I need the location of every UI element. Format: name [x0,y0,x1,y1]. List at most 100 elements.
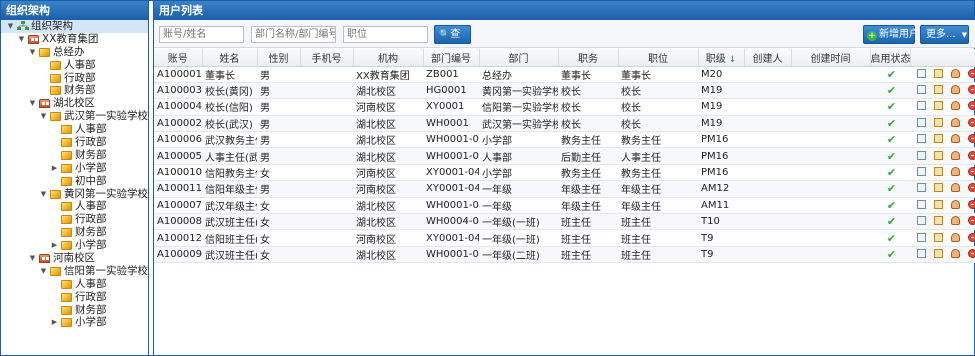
table-row[interactable]: A100004 校长(信阳) 男河南校区 XY0001 信阳第一实验学校 校长 校长 M19 ✔ [154,98,975,116]
edit-icon[interactable] [917,68,926,78]
delete-icon[interactable] [968,68,975,78]
user-role-icon[interactable] [951,117,960,127]
account-name-input[interactable] [159,26,244,43]
copy-icon[interactable] [934,85,943,95]
tree-node[interactable]: 人事部 [1,123,148,136]
tree-node[interactable]: 行政部 [1,213,148,226]
tree-node[interactable]: ▼ 组织架构 [1,20,148,33]
column-header[interactable]: 创建时间 [791,49,871,67]
chevron-down-icon[interactable]: ▼ [28,46,37,59]
user-role-icon[interactable] [951,232,960,242]
user-role-icon[interactable] [951,183,960,193]
column-header[interactable]: 部门编号 [423,49,480,67]
tree-node[interactable]: ▼ 黄冈第一实验学校 [1,188,148,201]
delete-icon[interactable] [968,134,975,144]
edit-icon[interactable] [917,101,926,111]
edit-icon[interactable] [917,248,926,258]
edit-icon[interactable] [917,216,926,226]
add-user-button[interactable]: + 新增用户 [863,25,919,44]
edit-icon[interactable] [917,85,926,95]
delete-icon[interactable] [968,232,975,242]
tree-node[interactable]: ▼ 河南校区 [1,252,148,265]
column-header[interactable]: 机构 [353,49,424,67]
column-header[interactable]: 职级 ↓ [698,49,745,67]
tree-node[interactable]: 人事部 [1,278,148,291]
chevron-right-icon[interactable]: ▶ [50,239,59,252]
chevron-down-icon[interactable]: ▼ [6,20,15,33]
position-input[interactable] [343,26,428,43]
column-header[interactable]: 手机号 [300,49,354,67]
copy-icon[interactable] [934,199,943,209]
table-row[interactable]: A100011信阳年级主任...男河南校区XY0001-04-1一年级年级主任年… [154,180,975,198]
tree-node[interactable]: ▼ XX教育集团 [1,33,148,46]
tree-node[interactable]: 财务部 [1,149,148,162]
tree-node[interactable]: 财务部 [1,304,148,317]
delete-icon[interactable] [968,183,975,193]
copy-icon[interactable] [934,167,943,177]
delete-icon[interactable] [968,117,975,127]
tree-node[interactable]: ▼ 总经办 [1,46,148,59]
table-row[interactable]: A100012信阳班主任(...女 河南校区XY0001-04-...一年级(一班… [154,229,975,247]
tree-node[interactable]: 初中部 [1,175,148,188]
tree-node[interactable]: ▶ 小学部 [1,162,148,175]
delete-icon[interactable] [968,199,975,209]
edit-icon[interactable] [917,183,926,193]
user-role-icon[interactable] [951,68,960,78]
table-row[interactable]: A100003 校长(黄冈) 男湖北校区 HG0001 黄冈第一实验学校 校长 校长 M19 ✔ [154,82,975,100]
column-header[interactable]: 姓名 [202,49,258,67]
delete-icon[interactable] [968,216,975,226]
tree-node[interactable]: ▶ 小学部 [1,239,148,252]
chevron-down-icon[interactable]: ▼ [39,110,48,123]
column-header[interactable]: 性别 [257,49,301,67]
column-header[interactable]: 部门 [479,49,559,67]
delete-icon[interactable] [968,85,975,95]
user-role-icon[interactable] [951,248,960,258]
delete-icon[interactable] [968,150,975,160]
chevron-down-icon[interactable]: ▼ [17,33,26,46]
chevron-down-icon[interactable]: ▼ [39,188,48,201]
table-row[interactable]: A100001 董事长男 XX教育集团 ZB001 总经办 董事长 董事长 M20 ✔ [154,66,975,83]
tree-node[interactable]: 财务部 [1,226,148,239]
delete-icon[interactable] [968,248,975,258]
column-header[interactable]: 职位 [618,49,699,67]
table-row[interactable]: A100002 校长(武汉) 男湖北校区 WH0001 武汉第一实验学校 校长 校长 M19 ✔ [154,115,975,133]
edit-icon[interactable] [917,232,926,242]
table-row[interactable]: A100008武汉班主任(...女 湖北校区WH0004-04-...一年级(一班… [154,213,975,231]
edit-icon[interactable] [917,167,926,177]
column-header[interactable]: 启用状态 [870,49,911,67]
column-header[interactable]: 账号 [154,49,203,67]
tree-node[interactable]: 人事部 [1,200,148,213]
chevron-right-icon[interactable]: ▶ [50,162,59,175]
delete-icon[interactable] [968,167,975,177]
table-row[interactable]: A100010信阳教务主任...女河南校区XY0001-04小学部教务主任教务主… [154,164,975,182]
tree-node[interactable]: ▶ 小学部 [1,316,148,329]
edit-icon[interactable] [917,117,926,127]
copy-icon[interactable] [934,183,943,193]
chevron-down-icon[interactable]: ▼ [28,97,37,110]
table-row[interactable]: A100007武汉年级主任...女湖北校区WH0001-04-1一年级年级主任年… [154,197,975,215]
tree-node[interactable]: 行政部 [1,291,148,304]
tree-node[interactable]: ▼ 湖北校区 [1,97,148,110]
column-header[interactable]: 创建人 [744,49,792,67]
table-row[interactable]: A100009武汉班主任(...女 湖北校区WH0001-04-...一年级(二班… [154,246,975,264]
copy-icon[interactable] [934,101,943,111]
chevron-down-icon[interactable]: ▼ [39,265,48,278]
copy-icon[interactable] [934,68,943,78]
department-input[interactable] [251,26,336,43]
table-row[interactable]: A100005人事主任(武汉)男 湖北校区WH0001-01人事部后勤主任人事主任… [154,147,975,165]
user-role-icon[interactable] [951,134,960,144]
copy-icon[interactable] [934,134,943,144]
copy-icon[interactable] [934,248,943,258]
edit-icon[interactable] [917,134,926,144]
user-role-icon[interactable] [951,101,960,111]
column-header[interactable]: 职务 [558,49,619,67]
chevron-right-icon[interactable]: ▶ [50,316,59,329]
tree-node[interactable]: ▼ 信阳第一实验学校 [1,265,148,278]
edit-icon[interactable] [917,150,926,160]
user-role-icon[interactable] [951,199,960,209]
copy-icon[interactable] [934,216,943,226]
edit-icon[interactable] [917,199,926,209]
copy-icon[interactable] [934,232,943,242]
user-role-icon[interactable] [951,85,960,95]
tree-node[interactable]: ▼ 武汉第一实验学校 [1,110,148,123]
